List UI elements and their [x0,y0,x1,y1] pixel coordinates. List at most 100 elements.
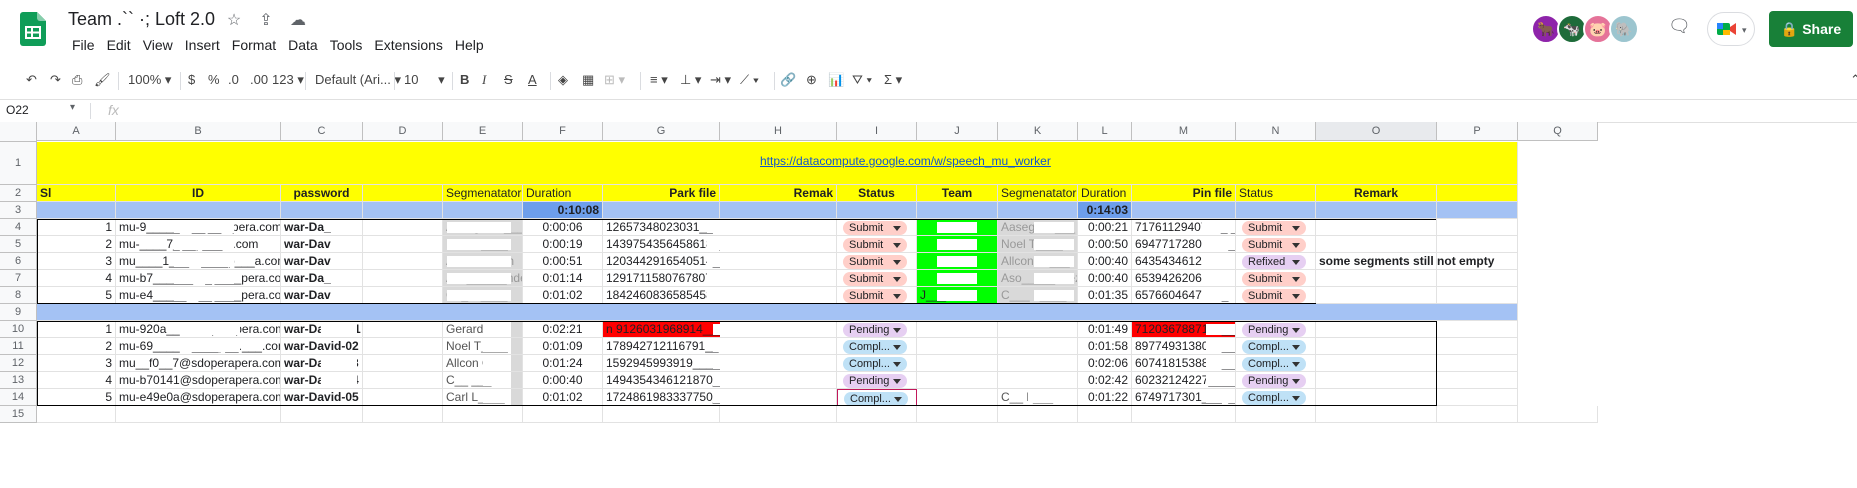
status-cell[interactable]: Pending [837,321,917,338]
password-cell[interactable]: war-David-03 [281,253,363,270]
menu-edit[interactable]: Edit [101,37,137,53]
cell-p8[interactable] [1437,287,1518,304]
cell-d7[interactable] [363,270,443,287]
chevron-down-icon[interactable]: ▾ [70,102,75,113]
link-datacompute[interactable]: https://datacompute.google.com/w/speech_… [760,142,1051,183]
header-j[interactable]: Team [917,185,998,202]
id-cell[interactable]: mu-920a__@sdoperapera.com [116,321,281,338]
cell-n15[interactable] [1236,406,1316,423]
team-cell[interactable]: J___ [917,287,998,304]
menu-file[interactable]: File [66,37,101,53]
insert-comment-icon[interactable]: ⊕ [806,68,817,92]
park-file-cell[interactable]: 1842460836585458090__ [603,287,720,304]
cell-d8[interactable] [363,287,443,304]
duration2-cell[interactable]: 0:00:50 [1078,236,1132,253]
cell-c15[interactable] [281,406,363,423]
status2-chip[interactable]: Compl... [1242,357,1306,371]
password-cell[interactable]: war-Da__1 04 [281,270,363,287]
band-d[interactable] [363,202,443,219]
status2-cell[interactable]: Pending [1236,372,1316,389]
duration-cell[interactable]: 0:00:40 [523,372,603,389]
row-header-7[interactable]: 7 [0,270,37,287]
remark-cell[interactable] [1316,355,1437,372]
sl-cell[interactable]: 2 [37,338,116,355]
strikethrough-icon[interactable]: S [504,68,513,92]
insert-chart-icon[interactable]: 📊 [828,68,844,92]
duration2-cell[interactable]: 0:01:35 [1078,287,1132,304]
status-cell[interactable]: Submit [837,287,917,304]
column-header-k[interactable]: K [998,122,1078,141]
status2-chip[interactable]: Submit [1242,289,1306,303]
cell-p5[interactable] [1437,236,1518,253]
cell-p15[interactable] [1437,406,1518,423]
row-header-3[interactable]: 3 [0,202,37,219]
status2-cell[interactable]: Submit [1236,287,1316,304]
pin-file-cell[interactable]: 6435434612187990 [1132,253,1236,270]
column-header-n[interactable]: N [1236,122,1316,141]
name-box[interactable]: O22 [6,103,29,117]
cell-a15[interactable] [37,406,116,423]
status-chip[interactable]: Compl... [843,357,907,371]
status-cell[interactable]: Pending [837,372,917,389]
team-cell[interactable] [917,270,998,287]
team-cell[interactable] [917,389,998,406]
segmentator2-cell[interactable]: Aso_____ndez [998,270,1078,287]
duration2-cell[interactable]: 0:02:42 [1078,372,1132,389]
duration2-cell[interactable]: 0:00:40 [1078,253,1132,270]
remark-cell[interactable] [1316,372,1437,389]
band-j[interactable] [917,202,998,219]
header-n[interactable]: Status [1236,185,1316,202]
comment-history-icon[interactable]: 🗨 [1668,16,1691,37]
header-d[interactable] [363,185,443,202]
column-header-d[interactable]: D [363,122,443,141]
row-header-14[interactable]: 14 [0,389,37,406]
meet-button[interactable]: ▾ [1707,12,1755,46]
row-header-1[interactable]: 1 [0,142,37,185]
segmentator-cell[interactable]: Noel T____ [443,338,523,355]
remark-cell[interactable] [1316,338,1437,355]
status-chip[interactable]: Compl... [844,392,908,405]
remak-cell[interactable] [720,338,837,355]
park-file-cell[interactable]: n 9126031968914___ [603,321,720,338]
cell-d13[interactable] [363,372,443,389]
column-header-m[interactable]: M [1132,122,1236,141]
sl-cell[interactable]: 3 [37,355,116,372]
segmentator-cell[interactable]: Allcon Olddn [443,355,523,372]
more-formats-select[interactable]: 123 ▾ [272,68,304,92]
column-header-e[interactable]: E [443,122,523,141]
sheets-logo-icon[interactable] [20,12,46,46]
header-m[interactable]: Pin file [1132,185,1236,202]
duration-cell[interactable]: 0:00:51 [523,253,603,270]
menu-data[interactable]: Data [282,37,324,53]
id-cell[interactable]: mu-e4_____@__l____pera.com [116,287,281,304]
status2-chip[interactable]: Submit [1242,221,1306,235]
header-k[interactable]: Segmenatator [998,185,1078,202]
document-title[interactable]: Team .`` ·; Loft 2.0 [68,9,215,30]
row-header-9[interactable]: 9 [0,304,37,321]
increase-decimal-button[interactable]: .00 [250,68,268,92]
menu-insert[interactable]: Insert [179,37,226,53]
cell-g15[interactable] [603,406,720,423]
sl-cell[interactable]: 4 [37,372,116,389]
pin-file-cell[interactable]: 8977493138059__10 [1132,338,1236,355]
duration-cell[interactable]: 0:01:14 [523,270,603,287]
status2-cell[interactable]: Submit [1236,270,1316,287]
header-p[interactable] [1437,185,1518,202]
row-header-11[interactable]: 11 [0,338,37,355]
status-cell[interactable]: Submit [837,219,917,236]
pin-file-cell[interactable]: 6074181538864___ [1132,355,1236,372]
cloud-saved-icon[interactable]: ☁ [288,10,308,30]
status-cell[interactable]: Compl... [837,389,917,406]
id-cell[interactable]: mu____1___@____p___a.com [116,253,281,270]
segmentator2-cell[interactable]: Allcon O ___ [998,253,1078,270]
remak-cell[interactable] [720,372,837,389]
row-header-8[interactable]: 8 [0,287,37,304]
print-icon[interactable]: ⎙ [72,68,82,92]
column-header-a[interactable]: A [37,122,116,141]
status-chip[interactable]: Submit [843,255,907,269]
row-header-13[interactable]: 13 [0,372,37,389]
filter-icon[interactable]: ⛛ ▾ [852,68,872,92]
status-chip[interactable]: Submit [843,272,907,286]
duration2-cell[interactable]: 0:00:40 [1078,270,1132,287]
segmentator-cell[interactable]: Aso______ndez [443,270,523,287]
